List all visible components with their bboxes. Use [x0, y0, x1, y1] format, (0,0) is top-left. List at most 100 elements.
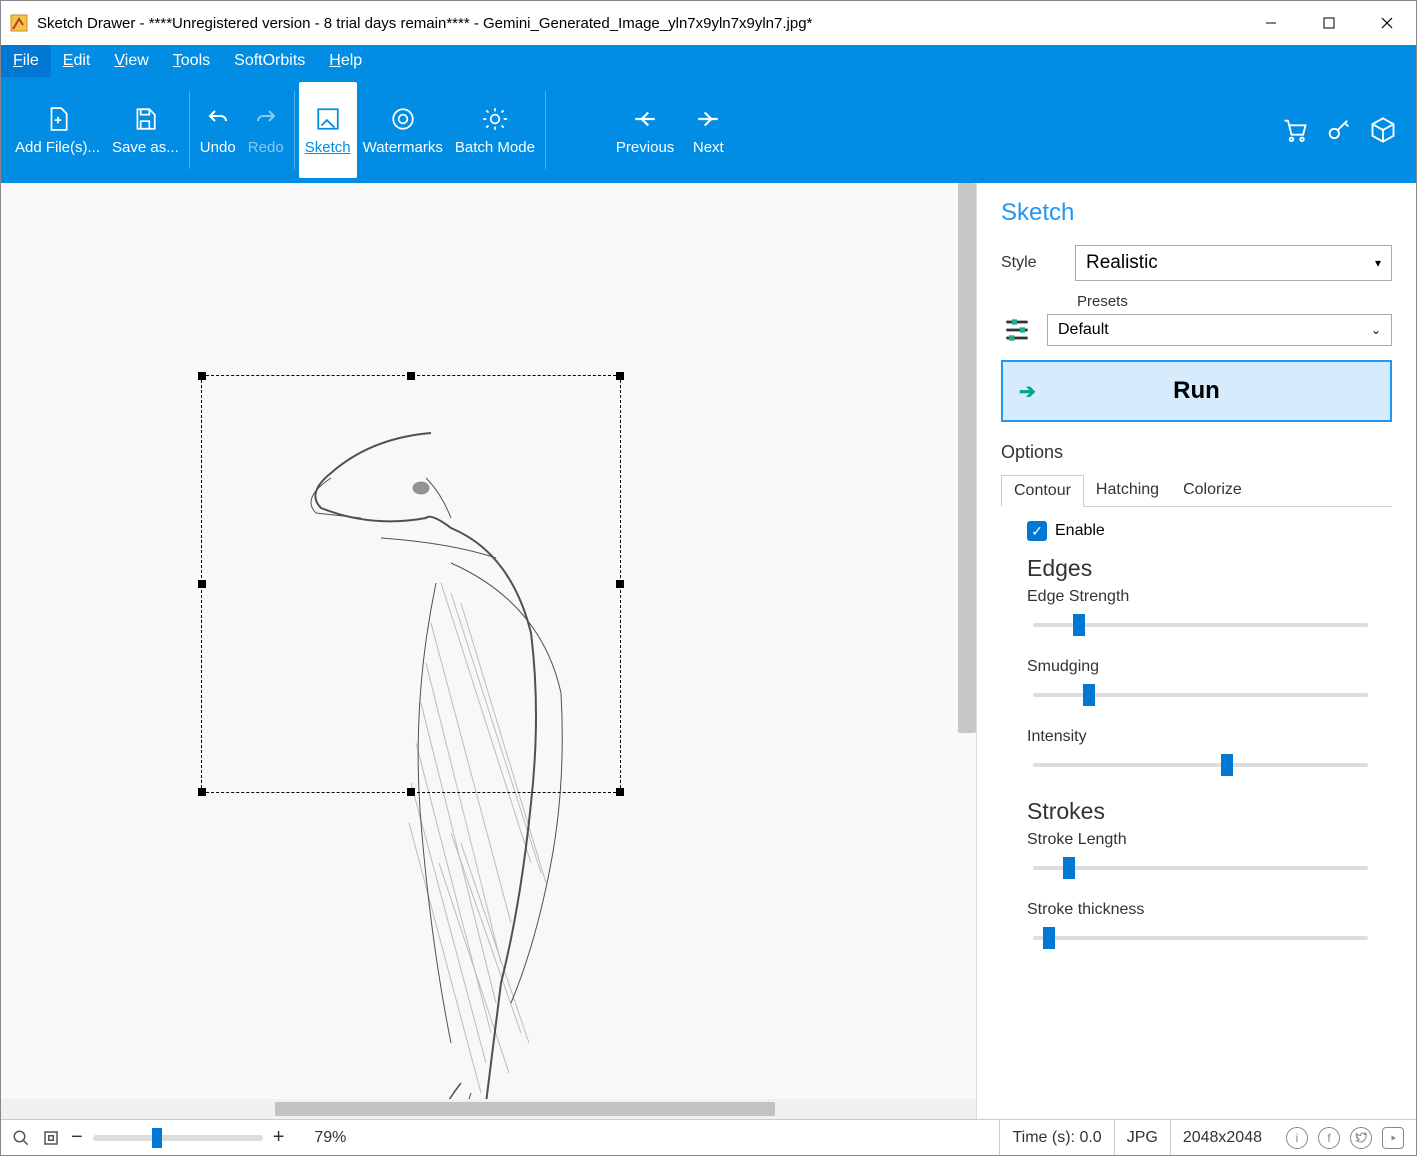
undo-label: Undo	[200, 139, 236, 156]
watermarks-icon	[389, 105, 417, 133]
panel-title: Sketch	[1001, 199, 1392, 227]
key-icon[interactable]	[1324, 115, 1354, 145]
smudging-slider[interactable]	[1033, 682, 1368, 708]
caret-icon: ▾	[1375, 256, 1381, 270]
status-format: JPG	[1114, 1120, 1170, 1155]
vertical-scrollbar[interactable]	[958, 183, 976, 733]
handle-mr[interactable]	[616, 580, 624, 588]
previous-label: Previous	[616, 139, 674, 156]
presets-settings-icon[interactable]	[1001, 314, 1033, 346]
run-label: Run	[1173, 377, 1220, 405]
youtube-icon[interactable]	[1382, 1127, 1404, 1149]
horizontal-scrollbar-track[interactable]	[1, 1099, 976, 1119]
stroke-thickness-label: Stroke thickness	[1027, 901, 1392, 919]
presets-select[interactable]: Default ⌄	[1047, 314, 1392, 346]
options-tabs: Contour Hatching Colorize	[1001, 475, 1392, 507]
menu-view[interactable]: View	[102, 45, 160, 77]
strokes-title: Strokes	[1027, 798, 1392, 825]
menu-file[interactable]: File	[1, 45, 51, 77]
app-icon	[9, 13, 29, 33]
add-files-button[interactable]: Add File(s)...	[9, 82, 106, 178]
edge-strength-slider[interactable]	[1033, 612, 1368, 638]
sketch-label: Sketch	[305, 139, 351, 156]
undo-icon	[204, 105, 232, 133]
stroke-length-slider[interactable]	[1033, 855, 1368, 881]
side-panel: Sketch Style Realistic ▾ Presets Default…	[976, 183, 1416, 1119]
handle-bl[interactable]	[198, 788, 206, 796]
zoom-slider[interactable]	[93, 1135, 263, 1141]
handle-tc[interactable]	[407, 372, 415, 380]
info-icon[interactable]: i	[1286, 1127, 1308, 1149]
edges-title: Edges	[1027, 555, 1392, 582]
ribbon: Add File(s)... Save as... Undo Redo Sket…	[1, 77, 1416, 183]
menubar: File Edit View Tools SoftOrbits Help	[1, 45, 1416, 77]
handle-bc[interactable]	[407, 788, 415, 796]
handle-tr[interactable]	[616, 372, 624, 380]
zoom-value: 79%	[314, 1129, 346, 1147]
undo-button[interactable]: Undo	[194, 82, 242, 178]
tab-colorize[interactable]: Colorize	[1171, 475, 1254, 506]
previous-icon	[631, 105, 659, 133]
zoom-fit-icon[interactable]	[41, 1128, 61, 1148]
run-arrow-icon: ➔	[1019, 379, 1036, 404]
batch-label: Batch Mode	[455, 139, 535, 156]
menu-edit[interactable]: Edit	[51, 45, 103, 77]
redo-button[interactable]: Redo	[242, 82, 290, 178]
status-dims: 2048x2048	[1170, 1120, 1274, 1155]
style-label: Style	[1001, 254, 1063, 272]
zoom-actual-icon[interactable]	[11, 1128, 31, 1148]
close-button[interactable]	[1358, 1, 1416, 45]
window-title: Sketch Drawer - ****Unregistered version…	[37, 15, 1242, 32]
presets-value: Default	[1058, 321, 1109, 339]
caret-icon: ⌄	[1371, 323, 1381, 337]
sketch-button[interactable]: Sketch	[299, 82, 357, 178]
cart-icon[interactable]	[1280, 115, 1310, 145]
style-select[interactable]: Realistic ▾	[1075, 245, 1392, 281]
status-time: Time (s): 0.0	[999, 1120, 1113, 1155]
menu-softorbits[interactable]: SoftOrbits	[222, 45, 317, 77]
edge-strength-label: Edge Strength	[1027, 588, 1392, 606]
next-icon	[694, 105, 722, 133]
zoom-out-button[interactable]: −	[71, 1126, 83, 1149]
save-as-label: Save as...	[112, 139, 179, 156]
handle-ml[interactable]	[198, 580, 206, 588]
canvas-area	[1, 183, 976, 1119]
save-icon	[131, 105, 159, 133]
redo-label: Redo	[248, 139, 284, 156]
twitter-icon[interactable]	[1350, 1127, 1372, 1149]
tab-hatching[interactable]: Hatching	[1084, 475, 1171, 506]
selection-rect[interactable]	[201, 375, 621, 793]
intensity-label: Intensity	[1027, 728, 1392, 746]
menu-tools[interactable]: Tools	[161, 45, 222, 77]
main-area: Sketch Style Realistic ▾ Presets Default…	[1, 183, 1416, 1119]
horizontal-scrollbar-thumb[interactable]	[275, 1102, 775, 1116]
box-icon[interactable]	[1368, 115, 1398, 145]
stroke-thickness-slider[interactable]	[1033, 925, 1368, 951]
zoom-in-button[interactable]: +	[273, 1126, 285, 1149]
options-label: Options	[1001, 442, 1392, 463]
maximize-button[interactable]	[1300, 1, 1358, 45]
handle-br[interactable]	[616, 788, 624, 796]
handle-tl[interactable]	[198, 372, 206, 380]
next-button[interactable]: Next	[680, 82, 736, 178]
intensity-slider[interactable]	[1033, 752, 1368, 778]
tab-contour[interactable]: Contour	[1001, 475, 1084, 507]
watermarks-button[interactable]: Watermarks	[357, 82, 449, 178]
canvas-view[interactable]	[1, 183, 976, 1099]
facebook-icon[interactable]: f	[1318, 1127, 1340, 1149]
minimize-button[interactable]	[1242, 1, 1300, 45]
presets-label: Presets	[1077, 293, 1392, 310]
enable-checkbox[interactable]: ✓	[1027, 521, 1047, 541]
previous-button[interactable]: Previous	[610, 82, 680, 178]
menu-help[interactable]: Help	[317, 45, 374, 77]
stroke-length-label: Stroke Length	[1027, 831, 1392, 849]
sketch-icon	[314, 105, 342, 133]
titlebar: Sketch Drawer - ****Unregistered version…	[1, 1, 1416, 45]
add-file-icon	[44, 105, 72, 133]
batch-mode-button[interactable]: Batch Mode	[449, 82, 541, 178]
save-as-button[interactable]: Save as...	[106, 82, 185, 178]
batch-icon	[481, 105, 509, 133]
statusbar: − + 79% Time (s): 0.0 JPG 2048x2048 i f	[1, 1119, 1416, 1155]
run-button[interactable]: ➔ Run	[1001, 360, 1392, 422]
add-files-label: Add File(s)...	[15, 139, 100, 156]
